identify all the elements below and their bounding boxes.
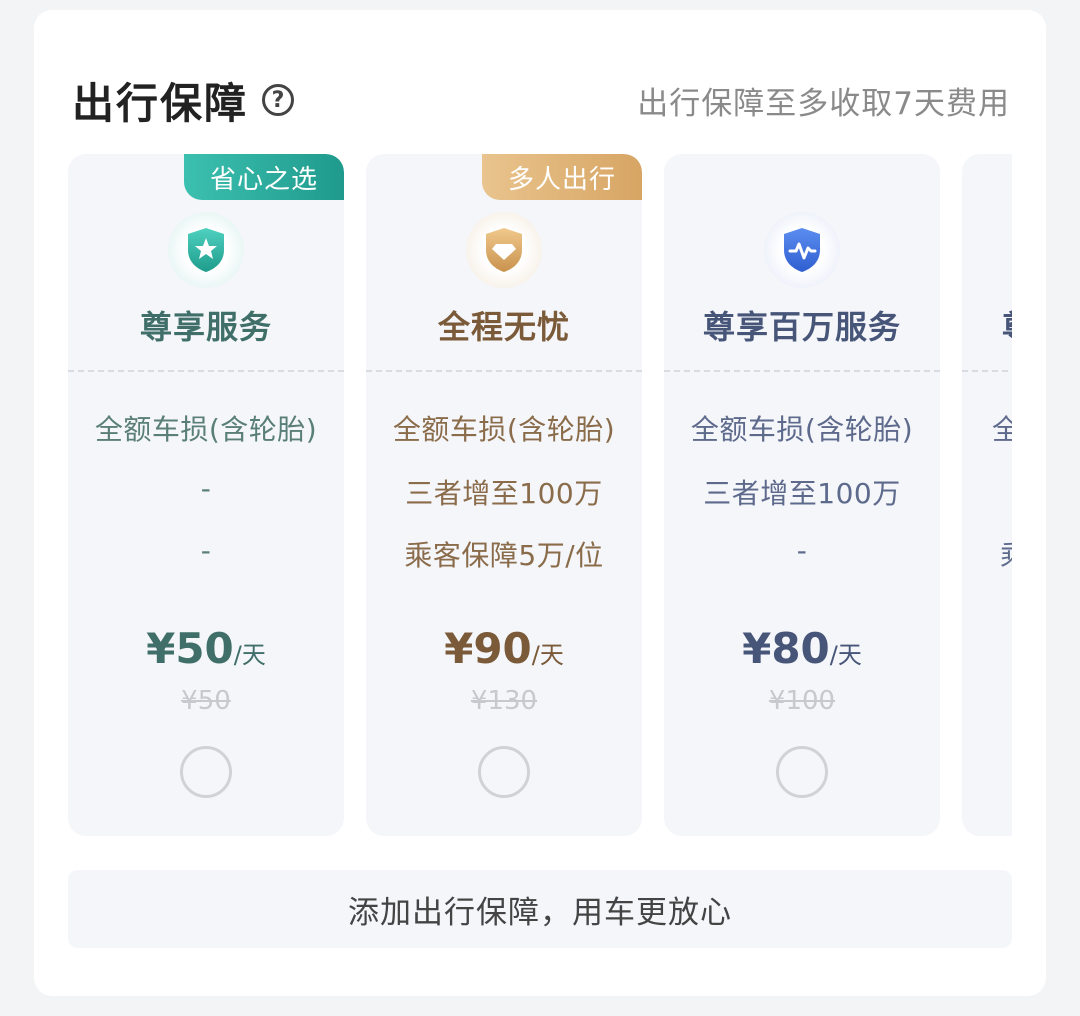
plan-feature: -	[796, 534, 808, 567]
plan-card-quancheng[interactable]: 多人出行 全程无忧 全额车损(含轮胎) 三者增至100万 乘客保障5万/位 ¥9…	[366, 154, 642, 836]
price-row: ¥80/天	[664, 624, 940, 673]
fee-note: 出行保障至多收取7天费用	[637, 85, 1010, 122]
page-title: 出行保障	[72, 78, 249, 128]
original-price: ¥100	[768, 686, 836, 716]
price-unit: /天	[531, 641, 564, 669]
plan-card-zunxiang[interactable]: 省心之选 尊享服务 全额车损(含轮胎) - - ¥50/天 ¥50	[68, 154, 344, 836]
add-protection-banner: 添加出行保障，用车更放心	[68, 870, 1012, 948]
plan-feature: 全	[992, 413, 1012, 446]
price-row: ¥50/天	[68, 624, 344, 673]
plan-badge: 多人出行	[482, 154, 642, 200]
plan-name: 尊享服务	[139, 308, 272, 346]
price-unit: /天	[829, 641, 862, 669]
dashed-divider	[68, 370, 344, 372]
help-icon[interactable]: ?	[262, 84, 295, 116]
plan-feature: 全额车损(含轮胎)	[690, 413, 914, 446]
plan-radio-button[interactable]	[776, 746, 828, 798]
plan-price: ¥90	[444, 624, 532, 673]
plan-feature: 乘客保障5万/位	[404, 539, 604, 572]
plan-feature: 三者增至100万	[703, 477, 901, 510]
plan-feature: 乘	[962, 534, 1012, 574]
plan-name: 尊	[962, 302, 1012, 348]
dashed-divider	[664, 370, 940, 372]
dashed-divider	[366, 370, 642, 372]
plan-feature: 三者增至100万	[405, 477, 603, 510]
plan-feature: -	[200, 472, 212, 505]
price-unit: /天	[233, 641, 266, 669]
shield-pulse-icon	[764, 212, 840, 288]
original-price: ¥50	[181, 686, 231, 716]
shield-diamond-icon	[466, 212, 542, 288]
panel-header: 出行保障 ? 出行保障至多收取7天费用	[72, 60, 1010, 140]
plan-feature: 全额车损(含轮胎)	[94, 413, 318, 446]
travel-protection-panel: 出行保障 ? 出行保障至多收取7天费用 省心之选 尊享服务 全额车损(含轮胎) …	[34, 10, 1046, 996]
plan-radio-button[interactable]	[180, 746, 232, 798]
plan-card-list[interactable]: 省心之选 尊享服务 全额车损(含轮胎) - - ¥50/天 ¥50 多人出行 全…	[68, 154, 1012, 836]
original-price: ¥130	[470, 686, 538, 716]
shield-star-icon	[168, 212, 244, 288]
price-row: ¥90/天	[366, 624, 642, 673]
plan-name: 尊享百万服务	[702, 308, 901, 346]
plan-price: ¥80	[742, 624, 830, 673]
plan-card-partial[interactable]: 尊 全 乘	[962, 154, 1012, 836]
plan-card-zunxiang-baiwan[interactable]: 尊享百万服务 全额车损(含轮胎) 三者增至100万 - ¥80/天 ¥100	[664, 154, 940, 836]
plan-badge: 省心之选	[184, 154, 344, 200]
plan-name: 全程无忧	[437, 308, 570, 346]
plan-feature: 全额车损(含轮胎)	[392, 413, 616, 446]
plan-price: ¥50	[146, 624, 234, 673]
title-group: 出行保障 ?	[72, 70, 295, 131]
dashed-divider	[962, 370, 1012, 372]
plan-feature: -	[200, 534, 212, 567]
plan-radio-button[interactable]	[478, 746, 530, 798]
